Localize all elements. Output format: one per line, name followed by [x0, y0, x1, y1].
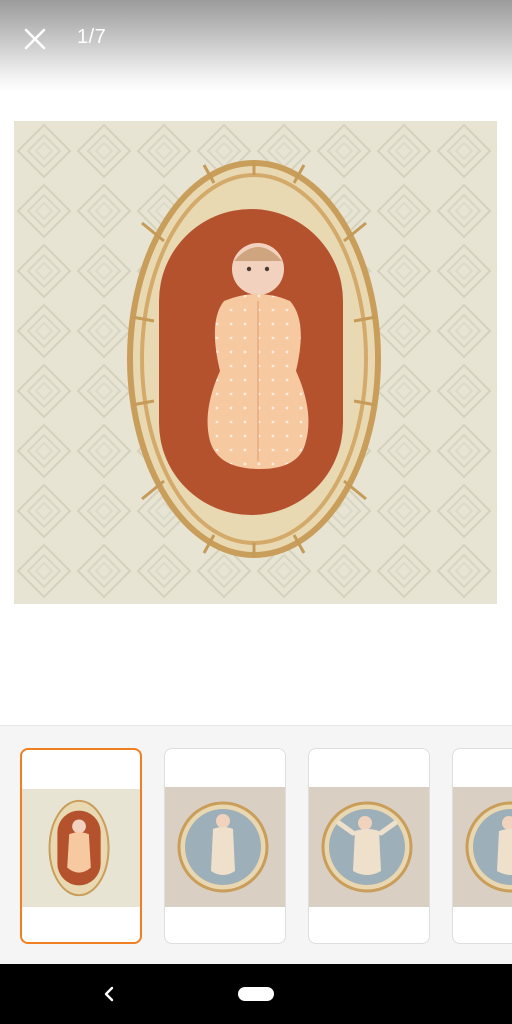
- thumbnail-2[interactable]: [164, 748, 286, 944]
- thumbnail-1[interactable]: [20, 748, 142, 944]
- thumbnail-4[interactable]: [452, 748, 512, 944]
- image-counter: 1/7: [77, 26, 107, 48]
- thumbnail-3[interactable]: [308, 748, 430, 944]
- thumbnail-image: [165, 787, 285, 907]
- close-button[interactable]: [18, 22, 52, 56]
- thumbnail-strip[interactable]: [0, 725, 512, 965]
- main-product-image[interactable]: [14, 121, 497, 604]
- product-image-viewer: 1/7: [0, 0, 512, 1024]
- thumbnail-image: [453, 787, 512, 907]
- back-button[interactable]: [98, 982, 122, 1006]
- back-chevron-icon: [104, 986, 114, 1002]
- bassinet-photo: [14, 121, 497, 604]
- thumbnail-image: [22, 789, 140, 907]
- top-bar: 1/7: [0, 0, 512, 92]
- thumbnail-image: [309, 787, 429, 907]
- home-button[interactable]: [238, 987, 274, 1001]
- close-icon: [24, 28, 46, 50]
